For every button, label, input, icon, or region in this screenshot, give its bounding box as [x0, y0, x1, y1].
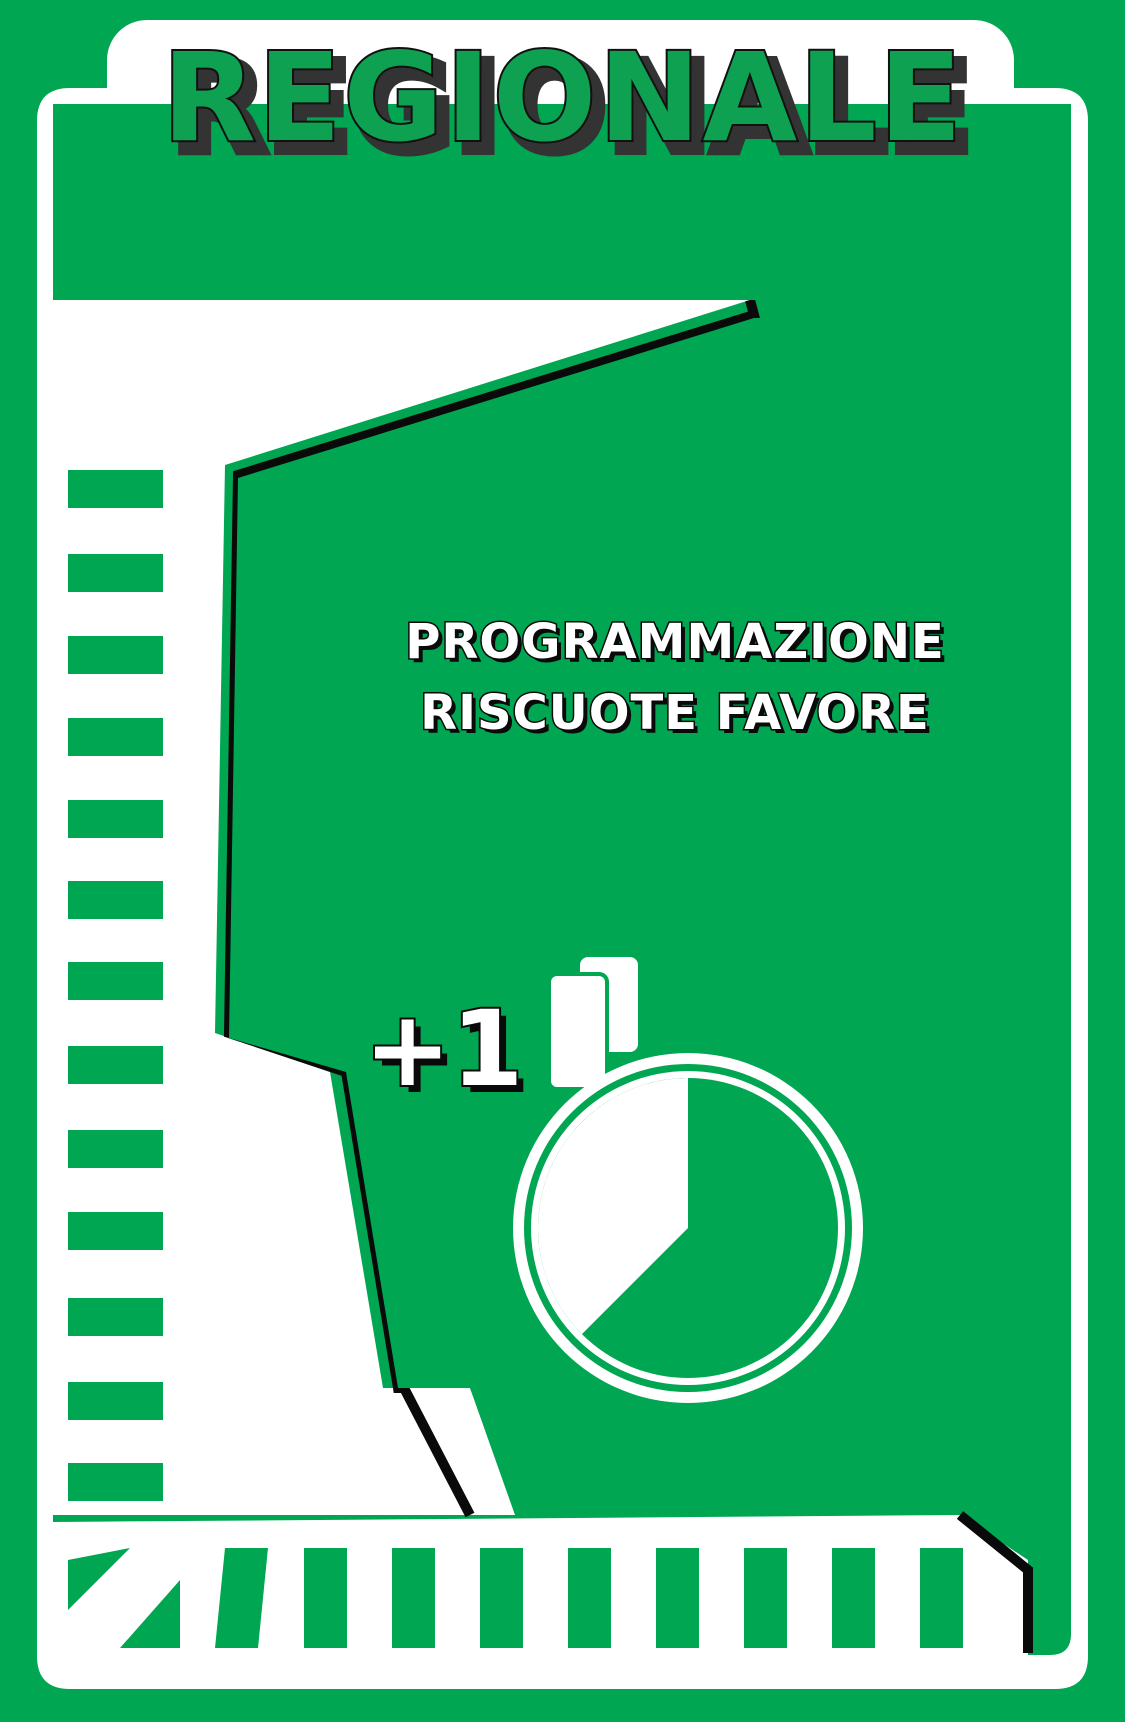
bottom-tick-5 [656, 1548, 699, 1648]
left-tick-4 [68, 718, 163, 756]
card-title: REGIONALE [162, 27, 964, 169]
left-tick-10 [68, 1212, 163, 1250]
left-tick-13 [68, 1463, 163, 1501]
stopwatch-icon [513, 1053, 863, 1403]
left-tick-12 [68, 1382, 163, 1420]
bottom-tick-7 [832, 1548, 875, 1648]
bottom-tick-1 [304, 1548, 347, 1648]
left-tick-3 [68, 636, 163, 674]
left-tick-8 [68, 1046, 163, 1084]
left-tick-11 [68, 1298, 163, 1336]
left-tick-9 [68, 1130, 163, 1168]
card: REGIONALE REGIONALE PROGRAMMAZIONE PROGR… [0, 0, 1125, 1722]
left-tick-2 [68, 554, 163, 592]
bottom-strip [53, 1515, 1028, 1655]
bonus-value: +1 [364, 988, 524, 1110]
card-text-line-2: RISCUOTE FAVORE [420, 685, 930, 741]
bottom-tick-2 [392, 1548, 435, 1648]
left-tick-1 [68, 470, 163, 508]
card-art: REGIONALE REGIONALE PROGRAMMAZIONE PROGR… [0, 0, 1125, 1722]
left-tick-7 [68, 962, 163, 1000]
bottom-tick-4 [568, 1548, 611, 1648]
bottom-tick-6 [744, 1548, 787, 1648]
left-tick-5 [68, 800, 163, 838]
left-tick-6 [68, 881, 163, 919]
bottom-tick-3 [480, 1548, 523, 1648]
bottom-tick-8 [920, 1548, 963, 1648]
card-text-line-1: PROGRAMMAZIONE [405, 614, 945, 670]
